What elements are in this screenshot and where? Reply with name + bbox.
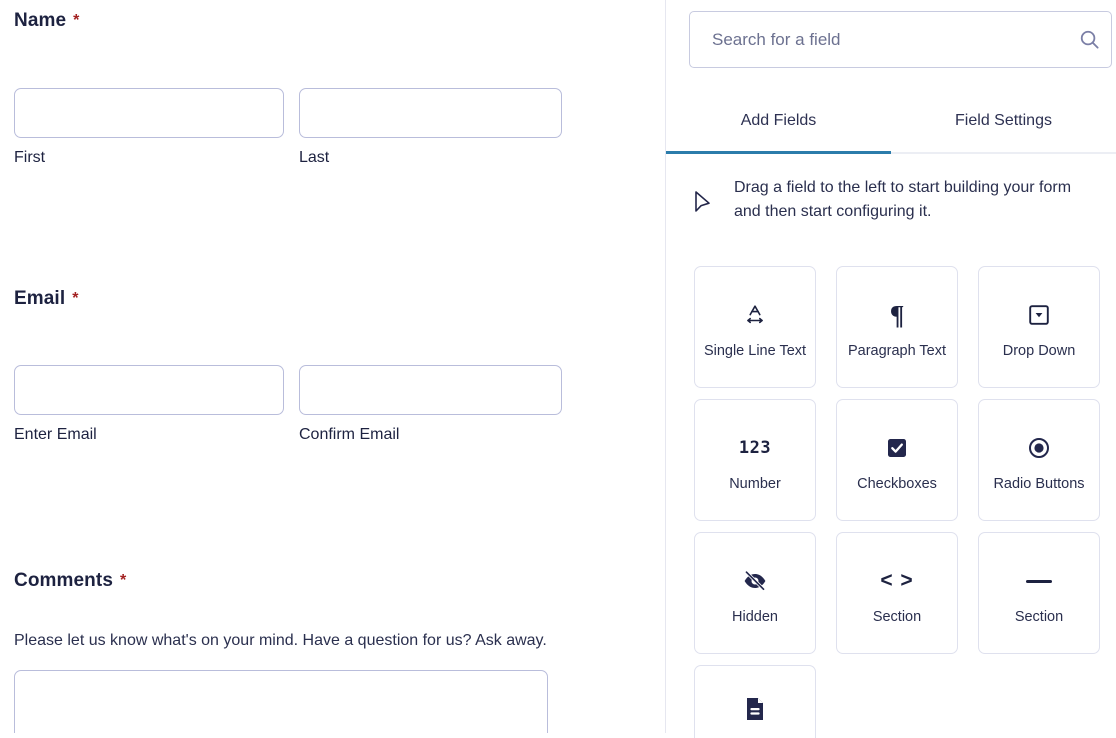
field-card-hidden[interactable]: Hidden: [694, 532, 816, 654]
name-subfield-row: First Last: [0, 88, 665, 168]
field-label-comments: Comments *: [0, 570, 665, 592]
field-card-number[interactable]: 123 Number: [694, 399, 816, 521]
tab-add-fields-label: Add Fields: [741, 112, 817, 130]
field-type-grid: Single Line Text ¶ Paragraph Text Drop D…: [694, 266, 1100, 738]
form-field-email[interactable]: Email * Enter Email Confirm Email: [0, 288, 665, 445]
drag-hint-text: Drag a field to the left to start buildi…: [724, 176, 1079, 224]
field-card-label: Hidden: [732, 608, 778, 626]
email-enter-input[interactable]: [14, 365, 284, 415]
tab-field-settings[interactable]: Field Settings: [891, 100, 1116, 152]
field-card-label: Radio Buttons: [993, 475, 1084, 493]
field-card-drop-down[interactable]: Drop Down: [978, 266, 1100, 388]
section-divider-icon: [1026, 560, 1052, 602]
email-enter-sublabel: Enter Email: [14, 425, 284, 445]
field-card-label: Section: [873, 608, 921, 626]
eye-off-icon: [742, 560, 768, 602]
single-line-text-icon: [742, 294, 768, 336]
field-card-label: Checkboxes: [857, 475, 937, 493]
name-last-column: Last: [299, 88, 562, 168]
code-icon: < >: [880, 560, 913, 602]
field-card-html[interactable]: < > Section: [836, 532, 958, 654]
panel-tabs: Add Fields Field Settings: [666, 100, 1116, 154]
field-card-label: Paragraph Text: [848, 342, 946, 360]
number-icon: 123: [739, 427, 771, 469]
name-first-column: First: [14, 88, 284, 168]
email-confirm-column: Confirm Email: [299, 365, 562, 445]
cursor-arrow-icon: [694, 176, 724, 219]
field-card-section[interactable]: Section: [978, 532, 1100, 654]
search-icon[interactable]: [1067, 28, 1111, 51]
field-label-text: Comments: [14, 570, 113, 591]
field-card-single-line-text[interactable]: Single Line Text: [694, 266, 816, 388]
tab-add-fields[interactable]: Add Fields: [666, 100, 891, 152]
checkbox-icon: [885, 427, 909, 469]
field-card-page[interactable]: [694, 665, 816, 738]
field-card-paragraph-text[interactable]: ¶ Paragraph Text: [836, 266, 958, 388]
form-field-comments[interactable]: Comments * Please let us know what's on y…: [0, 570, 665, 733]
field-card-radio-buttons[interactable]: Radio Buttons: [978, 399, 1100, 521]
comments-textarea[interactable]: [14, 670, 548, 733]
name-first-input[interactable]: [14, 88, 284, 138]
page-document-icon: [743, 688, 767, 730]
required-asterisk: *: [73, 12, 79, 29]
field-label-name: Name *: [0, 10, 665, 32]
required-asterisk: *: [72, 290, 78, 307]
email-subfield-row: Enter Email Confirm Email: [0, 365, 665, 445]
search-input[interactable]: [690, 30, 1067, 50]
form-preview-pane: Name* First Last Email* En: [0, 0, 665, 733]
email-enter-column: Enter Email: [14, 365, 284, 445]
field-card-label: Number: [729, 475, 781, 493]
field-card-label: Section: [1015, 608, 1063, 626]
name-first-sublabel: First: [14, 148, 284, 168]
paragraph-text-icon: ¶: [890, 294, 905, 336]
field-label-email: Email *: [0, 288, 665, 310]
name-last-input[interactable]: [299, 88, 562, 138]
drag-hint: Drag a field to the left to start buildi…: [666, 176, 1116, 224]
name-last-sublabel: Last: [299, 148, 562, 168]
comments-description: Please let us know what's on your mind. …: [0, 629, 549, 653]
field-card-label: Single Line Text: [704, 342, 806, 360]
radio-button-icon: [1027, 427, 1051, 469]
form-builder-app: Name* First Last Email* En: [0, 0, 1116, 733]
field-label-text: Name: [14, 10, 66, 31]
form-field-name[interactable]: Name * First Last: [0, 10, 665, 168]
field-card-checkboxes[interactable]: Checkboxes: [836, 399, 958, 521]
field-card-label: Drop Down: [1003, 342, 1076, 360]
field-label-text: Email: [14, 288, 65, 309]
email-confirm-sublabel: Confirm Email: [299, 425, 562, 445]
field-search-box[interactable]: [689, 11, 1112, 68]
tab-field-settings-label: Field Settings: [955, 112, 1052, 130]
required-asterisk: *: [120, 572, 126, 589]
email-confirm-input[interactable]: [299, 365, 562, 415]
drop-down-icon: [1027, 294, 1051, 336]
